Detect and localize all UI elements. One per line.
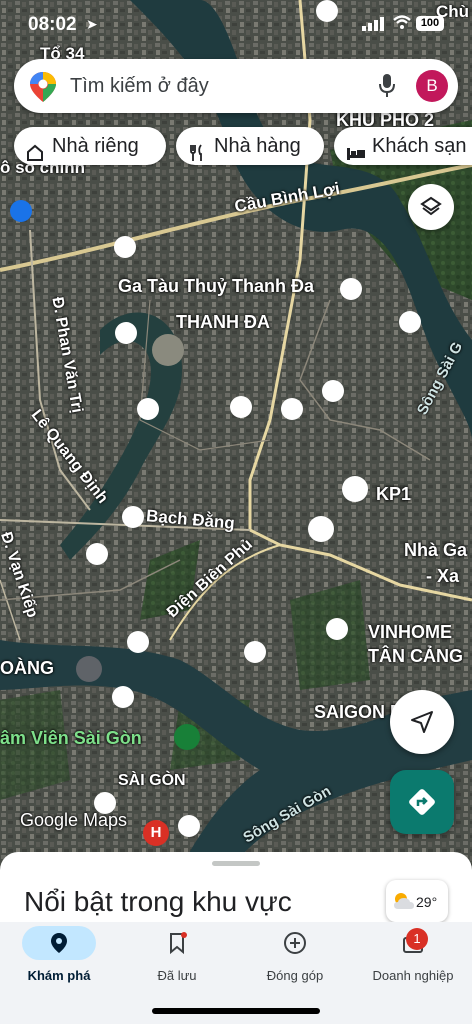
- navigation-arrow-icon: [410, 710, 434, 739]
- nav-label: Đóng góp: [266, 968, 324, 983]
- nav-label: Đã lưu: [157, 968, 197, 983]
- transit-stop-icon[interactable]: [86, 543, 108, 565]
- google-maps-watermark: Google Maps: [20, 810, 128, 830]
- transit-stop-icon[interactable]: [230, 396, 252, 418]
- map-label: KP1: [376, 484, 412, 504]
- my-location-button[interactable]: [390, 690, 454, 754]
- map-label: OÀNG: [0, 658, 54, 678]
- partly-cloudy-icon: [392, 892, 416, 915]
- maps-pin-logo-icon: [30, 72, 56, 107]
- hotel-icon: [346, 137, 366, 165]
- transit-stop-icon[interactable]: [399, 311, 421, 333]
- bookmark-icon: [165, 931, 189, 960]
- microphone-icon[interactable]: [378, 74, 396, 103]
- chip-restaurants[interactable]: Nhà hàng: [176, 127, 324, 165]
- notification-badge: 1: [406, 928, 428, 950]
- map-label: TÂN CẢNG: [368, 646, 463, 666]
- nav-contribute[interactable]: Đóng góp: [236, 922, 354, 1002]
- chip-home[interactable]: Nhà riêng: [14, 127, 166, 165]
- chip-label: Khách sạn: [372, 135, 467, 157]
- transit-stop-icon[interactable]: [137, 398, 159, 420]
- chip-hotels[interactable]: Khách sạn: [334, 127, 472, 165]
- transit-stop-icon[interactable]: [322, 380, 344, 402]
- ferry-icon[interactable]: [340, 278, 362, 300]
- school-icon[interactable]: [308, 516, 334, 542]
- nav-saved[interactable]: Đã lưu: [118, 922, 236, 1002]
- hospital-icon[interactable]: H: [143, 820, 169, 846]
- add-circle-icon: [283, 931, 307, 960]
- nav-label: Doanh nghiệp: [372, 968, 454, 983]
- explore-pin-icon: [47, 931, 71, 960]
- sheet-drag-handle[interactable]: [212, 861, 260, 866]
- signal-icon: [362, 17, 384, 36]
- district-label: THANH ĐA: [176, 312, 270, 332]
- map-label: - Xa: [426, 566, 460, 586]
- map-label: âm Viên Sài Gòn: [0, 728, 142, 748]
- directions-button[interactable]: [390, 770, 454, 834]
- pier-label: Ga Tàu Thuỷ Thanh Đa: [118, 276, 315, 296]
- transit-stop-icon[interactable]: [127, 631, 149, 653]
- district-label: SÀI GÒN: [118, 772, 186, 789]
- chip-label: Nhà hàng: [214, 135, 301, 157]
- location-arrow-icon: ➤: [86, 16, 98, 32]
- map-label: Nhà Ga: [404, 540, 468, 560]
- home-icon: [26, 137, 44, 175]
- search-input[interactable]: Tìm kiếm ở đây: [70, 75, 209, 98]
- museum-icon[interactable]: [76, 656, 102, 682]
- sheet-title: Nổi bật trong khu vực: [24, 886, 292, 917]
- temperature: 29°: [416, 894, 438, 910]
- school-icon[interactable]: [342, 476, 368, 502]
- transit-stop-icon[interactable]: [326, 618, 348, 640]
- transit-stop-icon[interactable]: [114, 236, 136, 258]
- home-indicator: [152, 1008, 320, 1014]
- shopping-icon[interactable]: [10, 200, 32, 222]
- transit-stop-icon[interactable]: [281, 398, 303, 420]
- battery-indicator: 100: [416, 16, 444, 31]
- transit-stop-icon[interactable]: [112, 686, 134, 708]
- transit-stop-icon[interactable]: [178, 815, 200, 837]
- map-label: VINHOME: [368, 622, 453, 642]
- layers-button[interactable]: [408, 184, 454, 230]
- directions-icon: [408, 788, 436, 821]
- avatar[interactable]: B: [416, 70, 448, 102]
- nav-label: Khám phá: [27, 968, 91, 983]
- status-time: 08:02: [28, 14, 77, 35]
- layers-icon: [420, 196, 442, 223]
- park-icon[interactable]: [174, 724, 200, 750]
- status-bar: 08:02 ➤ 100: [0, 0, 472, 48]
- search-bar[interactable]: Tìm kiếm ở đây B: [14, 59, 458, 113]
- restaurant-icon: [188, 137, 206, 175]
- transit-stop-icon[interactable]: [115, 322, 137, 344]
- transit-stop-icon[interactable]: [244, 641, 266, 663]
- wifi-icon: [392, 14, 412, 35]
- chip-label: Nhà riêng: [52, 135, 139, 157]
- weather-chip[interactable]: 29°: [386, 880, 448, 922]
- transit-stop-icon[interactable]: [122, 506, 144, 528]
- nav-explore[interactable]: Khám phá: [0, 922, 118, 1002]
